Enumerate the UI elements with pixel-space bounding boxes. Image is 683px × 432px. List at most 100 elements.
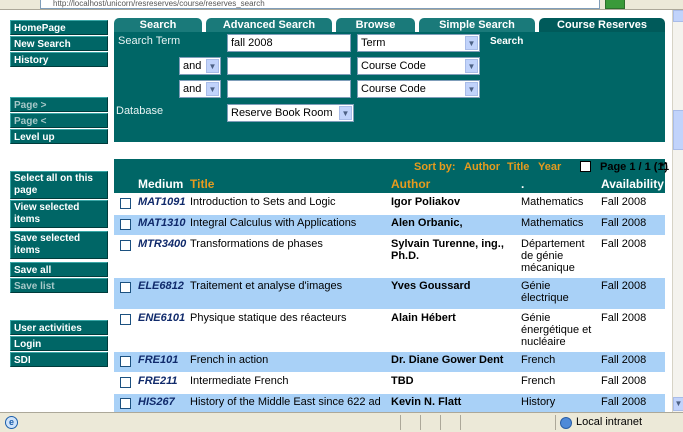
term-field-select[interactable]: Term ▼ (357, 34, 480, 52)
row-title[interactable]: Traitement et analyse d'images (190, 280, 386, 292)
tab-advanced-search[interactable]: Advanced Search (206, 18, 332, 32)
row-title[interactable]: Physique statique des réacteurs (190, 312, 386, 324)
security-zone: Local intranet (576, 416, 643, 428)
scroll-up-button[interactable] (673, 10, 683, 22)
row-checkbox[interactable] (120, 240, 131, 251)
row-availability: Fall 2008 (601, 375, 647, 387)
row-checkbox[interactable] (120, 219, 131, 230)
row-subject: Mathematics (521, 196, 584, 208)
row-availability: Fall 2008 (601, 396, 647, 408)
field-select-2[interactable]: Course Code ▼ (357, 57, 480, 75)
tab-course-reserves[interactable]: Course Reserves (539, 18, 665, 32)
nav-page-next: Page > (10, 97, 108, 112)
row-medium[interactable]: MAT1310 (138, 217, 185, 229)
row-medium[interactable]: MAT1091 (138, 196, 185, 208)
term-field-value: Term (361, 37, 386, 49)
row-checkbox[interactable] (120, 282, 131, 293)
row-medium[interactable]: ELE6812 (138, 280, 184, 292)
col-availability[interactable]: Availability (601, 177, 664, 191)
tab-simple-search[interactable]: Simple Search (419, 18, 535, 32)
row-availability: Fall 2008 (601, 238, 647, 250)
row-title[interactable]: Introduction to Sets and Logic (190, 196, 386, 208)
scroll-down-button[interactable]: ▼ (673, 397, 683, 411)
table-row: FRE211 Intermediate French TBD French Fa… (114, 372, 665, 393)
chevron-down-icon: ▼ (206, 59, 219, 73)
col-medium[interactable]: Medium (138, 177, 183, 191)
nav-history[interactable]: History (10, 52, 108, 67)
row-medium[interactable]: FRE211 (138, 375, 178, 387)
database-select[interactable]: Reserve Book Room ▼ (227, 104, 354, 122)
row-checkbox[interactable] (120, 377, 131, 388)
search-form: Search Term fall 2008 Term ▼ Search and … (114, 32, 665, 142)
star-marker: *) (660, 161, 668, 173)
nav-sdi[interactable]: SDI (10, 352, 108, 367)
col-subject: . (521, 177, 525, 191)
status-divider (440, 415, 441, 430)
operator-value-2: and (183, 60, 202, 72)
row-title[interactable]: Intermediate French (190, 375, 386, 387)
row-title[interactable]: Integral Calculus with Applications (190, 217, 386, 229)
row-medium[interactable]: MTR3400 (138, 238, 186, 250)
browser-toolbar: http://localhost/unicorn/resreserves/cou… (0, 0, 683, 10)
tab-browse[interactable]: Browse (336, 18, 415, 32)
page-icon: e (5, 416, 18, 429)
tab-search[interactable]: Search (114, 18, 202, 32)
vertical-scrollbar[interactable]: ▼ (672, 10, 683, 412)
nav-homepage[interactable]: HomePage (10, 20, 108, 35)
row-checkbox[interactable] (120, 356, 131, 367)
nav-level-up[interactable]: Level up (10, 129, 108, 144)
sort-title-link[interactable]: Title (507, 161, 529, 173)
col-author[interactable]: Author (391, 177, 430, 191)
field-select-3[interactable]: Course Code ▼ (357, 80, 480, 98)
sort-bar: Sort by: Author Title Year Page 1 / 1 (1… (114, 159, 683, 176)
nav-select-all[interactable]: Select all on this page (10, 171, 108, 199)
table-row: HIS267 History of the Middle East since … (114, 393, 665, 413)
nav-view-selected[interactable]: View selected items (10, 200, 108, 228)
row-availability: Fall 2008 (601, 280, 647, 292)
search-term-input[interactable]: fall 2008 (227, 34, 351, 52)
row-availability: Fall 2008 (601, 196, 647, 208)
search-input-3[interactable] (227, 80, 351, 98)
results-table: MAT1091 Introduction to Sets and Logic I… (114, 193, 665, 413)
nav-page-prev: Page < (10, 113, 108, 128)
status-divider (400, 415, 401, 430)
address-bar[interactable]: http://localhost/unicorn/resreserves/cou… (40, 0, 600, 9)
row-medium[interactable]: FRE101 (138, 354, 178, 366)
row-subject: French (521, 354, 556, 366)
chevron-down-icon: ▼ (339, 106, 352, 120)
row-checkbox[interactable] (120, 314, 131, 325)
search-input-2[interactable] (227, 57, 351, 75)
chevron-down-icon: ▼ (465, 59, 478, 73)
go-button[interactable] (605, 0, 625, 9)
nav-save-list: Save list (10, 278, 108, 293)
col-title[interactable]: Title (190, 177, 214, 191)
scroll-thumb[interactable] (673, 110, 683, 150)
row-title[interactable]: Transformations de phases (190, 238, 386, 250)
nav-save-all[interactable]: Save all (10, 262, 108, 277)
database-value: Reserve Book Room (231, 107, 333, 119)
row-availability: Fall 2008 (601, 354, 647, 366)
search-button[interactable]: Search (490, 36, 523, 47)
operator-select-2[interactable]: and ▼ (179, 57, 221, 75)
row-subject: Mathematics (521, 217, 584, 229)
row-author: Kevin N. Flatt (391, 396, 462, 408)
row-availability: Fall 2008 (601, 217, 647, 229)
row-checkbox[interactable] (120, 198, 131, 209)
nav-login[interactable]: Login (10, 336, 108, 351)
sort-year-link[interactable]: Year (538, 161, 561, 173)
status-divider (460, 415, 461, 430)
row-checkbox[interactable] (120, 398, 131, 409)
operator-select-3[interactable]: and ▼ (179, 80, 221, 98)
row-title[interactable]: History of the Middle East since 622 ad (190, 396, 386, 408)
field-value-2: Course Code (361, 60, 426, 72)
row-availability: Fall 2008 (601, 312, 647, 324)
print-icon[interactable] (580, 161, 591, 172)
nav-save-selected[interactable]: Save selected items (10, 231, 108, 259)
row-medium[interactable]: ENE6101 (138, 312, 185, 324)
row-medium[interactable]: HIS267 (138, 396, 175, 408)
row-title[interactable]: French in action (190, 354, 386, 366)
nav-user-activities[interactable]: User activities (10, 320, 108, 335)
nav-new-search[interactable]: New Search (10, 36, 108, 51)
sort-author-link[interactable]: Author (464, 161, 500, 173)
chevron-down-icon: ▼ (465, 36, 478, 50)
